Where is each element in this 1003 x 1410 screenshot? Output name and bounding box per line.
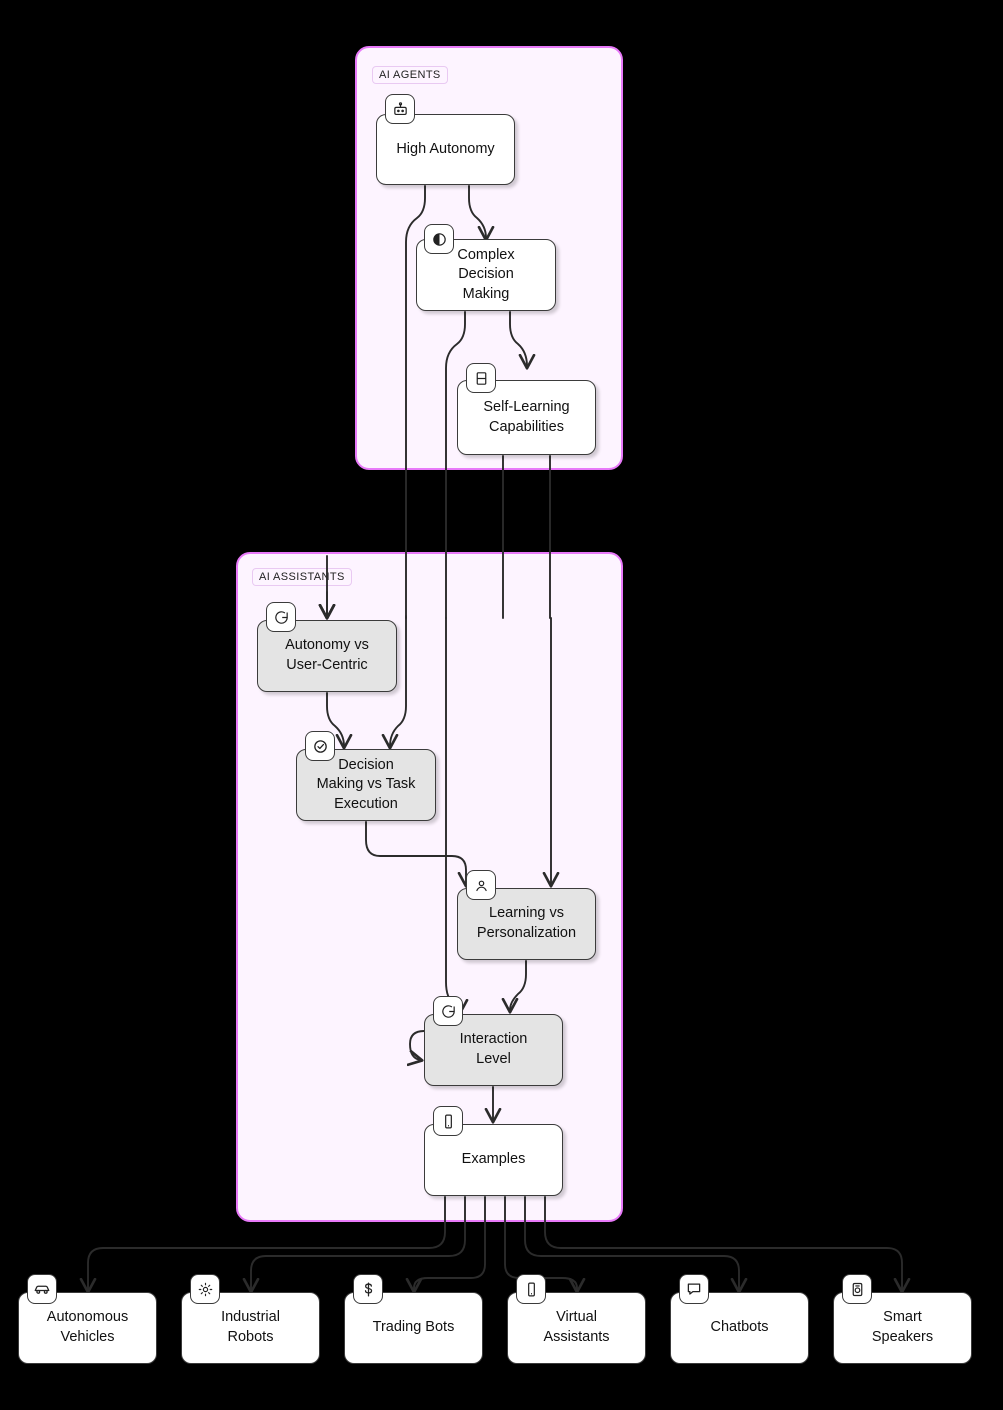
node-label: Learning vs Personalization — [476, 905, 577, 941]
phone-icon — [433, 1106, 463, 1136]
node-label: Virtual Assistants — [543, 1309, 610, 1345]
node-label: Interaction Level — [459, 1031, 528, 1067]
node-high-autonomy[interactable]: High Autonomy — [376, 114, 515, 185]
node-label: High Autonomy — [396, 140, 495, 157]
chat-square-icon — [679, 1274, 709, 1304]
chat-bubble-icon — [266, 602, 296, 632]
node-label: Complex Decision Making — [457, 246, 515, 302]
book-icon — [466, 363, 496, 393]
check-circle-icon — [305, 731, 335, 761]
node-label: Decision Making vs Task Execution — [316, 756, 416, 812]
speaker-icon — [842, 1274, 872, 1304]
node-label: Trading Bots — [372, 1319, 455, 1336]
robot-icon — [385, 94, 415, 124]
phone-icon — [516, 1274, 546, 1304]
node-label: Smart Speakers — [871, 1309, 934, 1345]
node-label: Industrial Robots — [221, 1309, 280, 1345]
node-label: Autonomy vs User-Centric — [285, 637, 369, 673]
chat-bubble-icon — [433, 996, 463, 1026]
car-icon — [27, 1274, 57, 1304]
user-icon — [466, 870, 496, 900]
cluster-label-ai-assistants: AI ASSISTANTS — [252, 568, 352, 586]
contrast-icon — [424, 224, 454, 254]
node-label: Self-Learning Capabilities — [483, 398, 570, 435]
node-label: Autonomous Vehicles — [46, 1309, 129, 1345]
node-label: Chatbots — [710, 1319, 769, 1336]
dollar-icon — [353, 1274, 383, 1304]
diagram-canvas: AI AGENTS AI ASSISTANTS High Autonomy Co… — [0, 0, 1003, 1410]
cluster-label-ai-agents: AI AGENTS — [372, 66, 448, 84]
node-label: Examples — [461, 1151, 526, 1168]
gear-icon — [190, 1274, 220, 1304]
